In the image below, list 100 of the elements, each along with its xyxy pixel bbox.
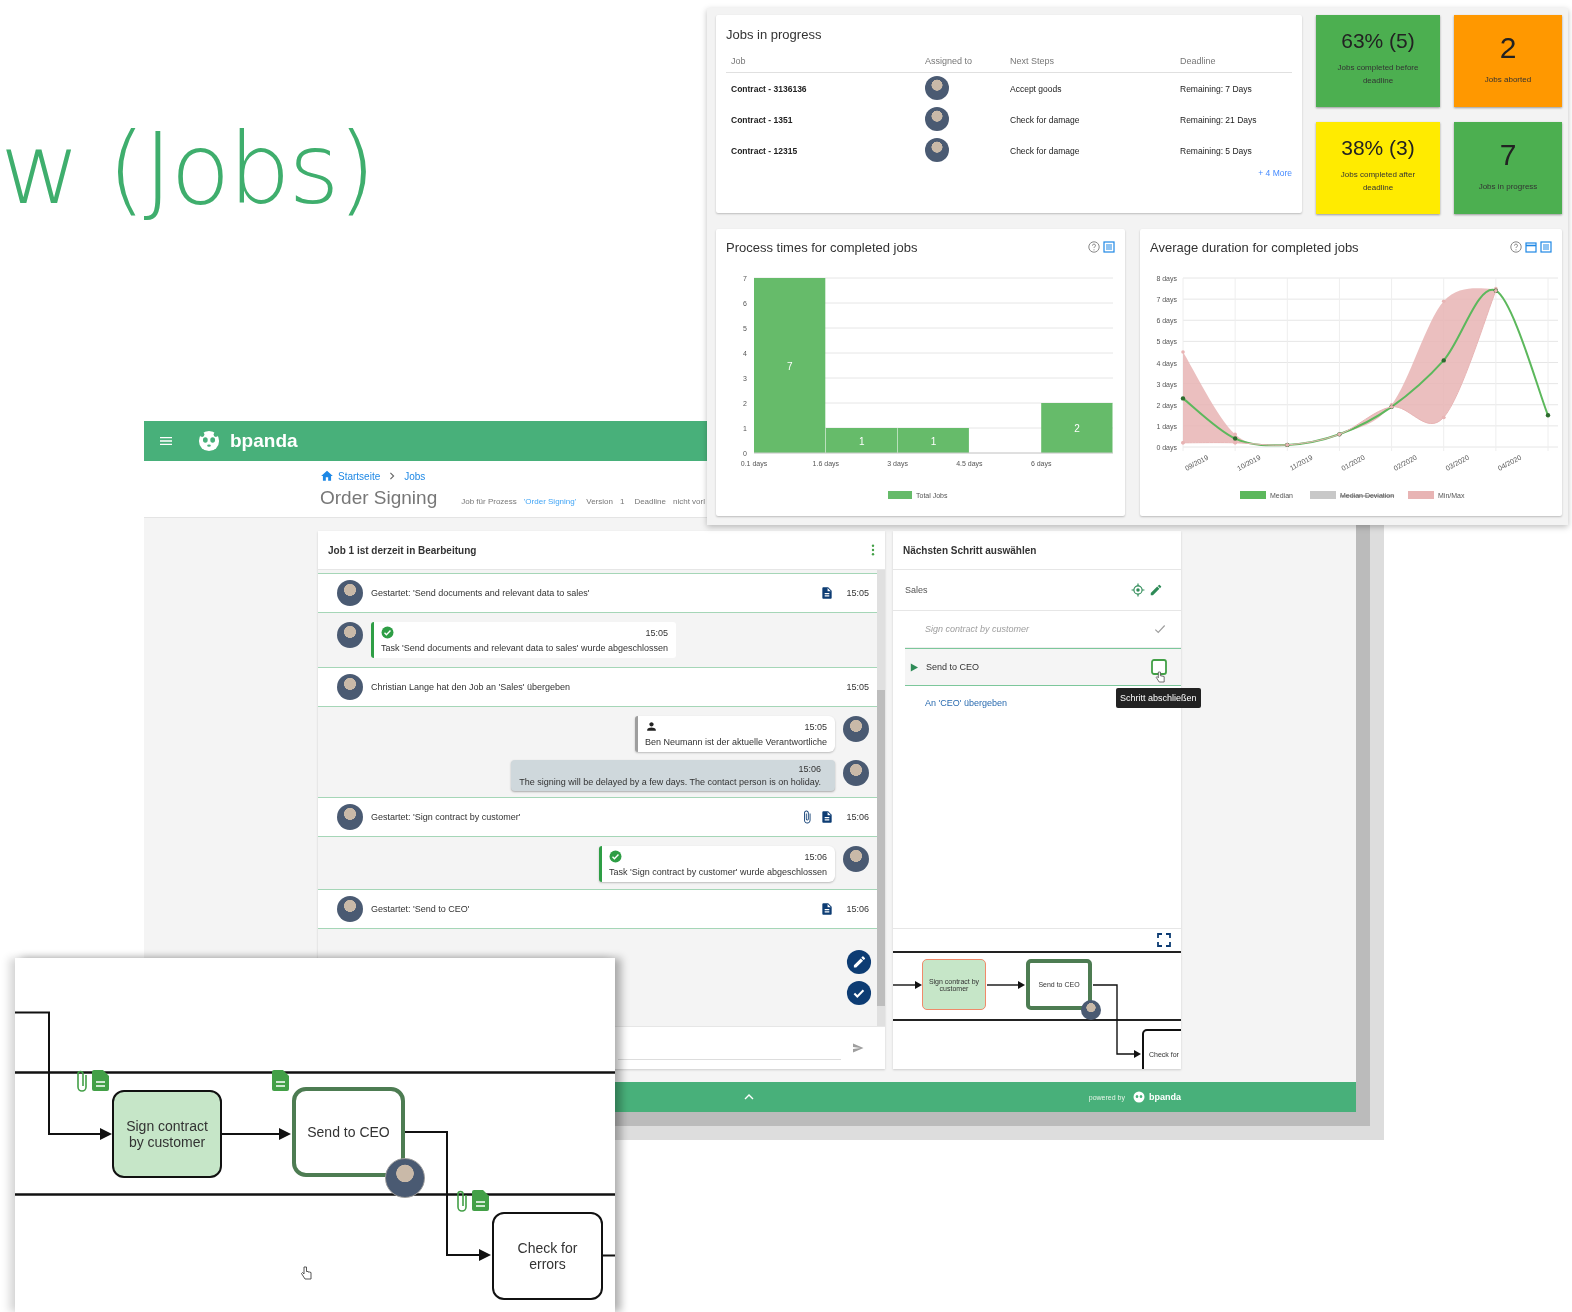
legend-swatch[interactable] xyxy=(1408,491,1434,499)
message-time: 15:06 xyxy=(803,851,827,862)
deadline: Remaining: 7 Days xyxy=(1180,83,1253,94)
breadcrumb-link[interactable]: Jobs xyxy=(404,470,426,482)
hand-cursor-icon xyxy=(1155,671,1165,683)
avatar xyxy=(843,716,869,742)
document-icon xyxy=(92,1070,109,1091)
legend-swatch[interactable] xyxy=(888,491,912,499)
paperclip-icon xyxy=(455,1190,469,1214)
event-time: 15:06 xyxy=(846,904,869,914)
document-icon xyxy=(472,1190,489,1211)
check-circle-icon xyxy=(381,626,394,639)
pencil-icon[interactable] xyxy=(1149,583,1163,597)
meta-label: Version xyxy=(586,497,613,506)
scrollbar[interactable] xyxy=(877,570,885,1026)
more-link[interactable]: + 4 More xyxy=(1258,168,1292,178)
avatar xyxy=(337,580,363,606)
process-task[interactable]: Sign contract by customer xyxy=(112,1090,222,1178)
connector-arrow xyxy=(222,1127,292,1141)
fullscreen-icon[interactable] xyxy=(1157,933,1171,947)
avatar xyxy=(1081,1000,1101,1020)
hand-cursor-icon xyxy=(300,1266,312,1280)
home-icon[interactable] xyxy=(320,469,334,483)
meta-label: Deadline xyxy=(634,497,666,506)
panda-logo-icon xyxy=(1133,1091,1145,1103)
chart-title: Process times for completed jobs xyxy=(726,239,919,255)
play-icon xyxy=(910,662,918,672)
footer-brand: bpanda xyxy=(1149,1092,1181,1102)
event-text: Christian Lange hat den Job an 'Sales' übergeben xyxy=(371,682,572,692)
page-title: Order Signing xyxy=(320,487,438,509)
send-icon[interactable] xyxy=(851,1042,865,1054)
kpi-value: 38% (3) xyxy=(1341,136,1415,160)
panel-title: Nächsten Schritt auswählen xyxy=(903,544,1038,556)
column-header: Job xyxy=(731,56,747,66)
complete-step-checkbox[interactable] xyxy=(1151,659,1167,675)
kpi-value: 7 xyxy=(1499,138,1517,172)
deadline: Remaining: 5 Days xyxy=(1180,145,1253,156)
column-header: Assigned to xyxy=(925,56,974,66)
chart-title: Average duration for completed jobs xyxy=(1150,239,1360,255)
kpi-label: Jobs completed after deadline xyxy=(1339,169,1417,194)
legend-swatch[interactable] xyxy=(1240,491,1266,499)
document-icon xyxy=(272,1070,289,1091)
tooltip: Schritt abschließen xyxy=(1116,688,1201,708)
target-icon[interactable] xyxy=(1131,583,1145,597)
more-options-icon[interactable] xyxy=(871,544,875,556)
document-icon[interactable] xyxy=(820,902,835,916)
checkmark-icon xyxy=(1153,622,1167,636)
step-label: Sign contract by customer xyxy=(925,624,1031,634)
avatar xyxy=(843,760,869,786)
process-task[interactable]: Send to CEO xyxy=(292,1087,405,1177)
chevron-right-icon xyxy=(388,472,397,480)
connector-line xyxy=(603,1254,615,1257)
avatar xyxy=(925,106,949,131)
card-title: Jobs in progress xyxy=(726,27,823,42)
meta-value: nicht vorl xyxy=(672,497,705,506)
avatar xyxy=(337,804,363,830)
person-icon xyxy=(644,720,658,733)
kpi-label: Jobs aborted xyxy=(1483,74,1533,86)
confirm-button[interactable] xyxy=(846,980,872,1006)
event-time: 15:05 xyxy=(846,682,869,692)
connector-arrow xyxy=(893,980,923,990)
chevron-up-icon[interactable] xyxy=(744,1094,754,1100)
menu-icon[interactable] xyxy=(160,436,172,446)
data-label: 7 xyxy=(787,360,793,372)
help-icon[interactable] xyxy=(1510,241,1522,253)
next-step: Check for damage xyxy=(1010,114,1180,125)
calendar-icon[interactable] xyxy=(1525,241,1537,253)
kpi-value: 63% (5) xyxy=(1341,29,1415,53)
column-header: Deadline xyxy=(1180,56,1217,66)
legend-swatch[interactable] xyxy=(1310,491,1336,499)
next-step: Accept goods xyxy=(1010,83,1180,94)
breadcrumb-link[interactable]: Startseite xyxy=(338,470,381,482)
message-time: 15:05 xyxy=(803,721,827,732)
column-header: Next Steps xyxy=(1010,56,1056,66)
table-icon[interactable] xyxy=(1103,241,1115,253)
document-icon[interactable] xyxy=(820,586,835,600)
avatar xyxy=(337,674,363,700)
brand-name: bpanda xyxy=(230,430,298,452)
slide-title: w (Jobs) xyxy=(0,112,374,226)
message-time: 15:05 xyxy=(644,627,669,638)
connector-arrow xyxy=(987,980,1026,990)
step-item[interactable]: Send to CEO xyxy=(905,648,1181,686)
avatar xyxy=(925,137,949,162)
data-label: 2 xyxy=(1074,423,1080,434)
kpi-label: Jobs in progress xyxy=(1477,181,1539,193)
check-circle-icon xyxy=(608,850,622,863)
table-icon[interactable] xyxy=(1540,241,1552,253)
edit-button[interactable] xyxy=(846,949,872,975)
meta-value: 1 xyxy=(619,497,625,506)
event-text: Gestartet: 'Sign contract by customer' xyxy=(371,812,522,822)
step-label: Send to CEO xyxy=(926,662,981,672)
event-time: 15:06 xyxy=(846,812,869,822)
comment-text: The signing will be delayed by a few days. The contact person is on holiday. xyxy=(519,777,821,787)
event-time: 15:05 xyxy=(846,588,869,598)
process-task[interactable]: Check for errors xyxy=(492,1212,603,1300)
job-name: Contract - 12315 xyxy=(731,145,799,156)
help-icon[interactable] xyxy=(1088,241,1100,253)
meta-label: Job für Prozess xyxy=(461,497,517,506)
message-text: Task 'Send documents and relevant data to sales' wurde abgeschlossen xyxy=(381,643,669,653)
document-icon[interactable] xyxy=(820,810,835,824)
